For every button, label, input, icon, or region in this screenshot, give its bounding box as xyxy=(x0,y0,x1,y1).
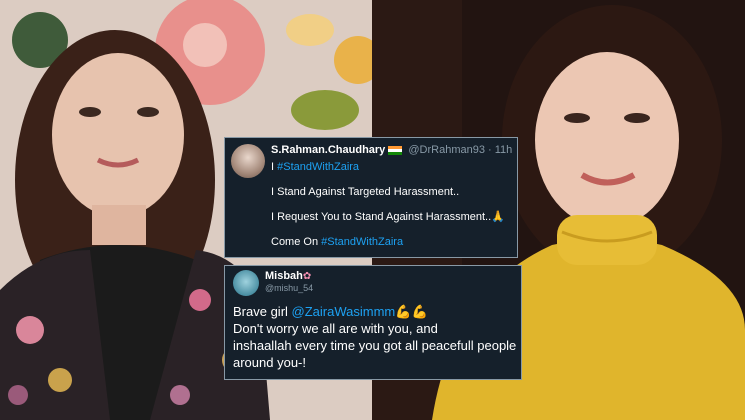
tweet-text: I xyxy=(271,161,275,173)
india-flag-icon xyxy=(388,145,403,155)
author-name: S.Rahman.Chaudhary xyxy=(271,144,386,156)
tweet-card-misbah[interactable]: Misbah✿ @mishu_54 Brave girl @ZairaWasim… xyxy=(224,265,522,380)
tweet-body: Brave girl @ZairaWasimmm💪💪 Don't worry w… xyxy=(233,303,516,371)
tweet-header: S.Rahman.Chaudhary @DrRahman93 · 11h xyxy=(271,144,512,156)
blossom-icon: ✿ xyxy=(302,271,312,282)
tweet-header: Misbah✿ xyxy=(265,270,311,282)
tweet-time: · 11h xyxy=(488,144,513,156)
tweet-text: inshaallah every time you got all peacef… xyxy=(233,338,517,353)
author-name: Misbah xyxy=(265,270,303,282)
tweet-text: I Stand Against Targeted Harassment.. xyxy=(271,186,460,198)
flexed-biceps-icon: 💪💪 xyxy=(395,304,428,319)
tweet-text: Brave girl xyxy=(233,304,288,319)
folded-hands-icon: 🙏 xyxy=(491,211,505,223)
tweet-text: Don't worry we all are with you, and xyxy=(233,321,438,336)
tweet-text: I Request You to Stand Against Harassmen… xyxy=(271,211,492,223)
tweet-card-rahman[interactable]: S.Rahman.Chaudhary @DrRahman93 · 11h I #… xyxy=(224,137,518,258)
author-handle: @DrRahman93 xyxy=(408,144,485,156)
tweet-body: I #StandWithZaira I Stand Against Target… xyxy=(271,160,505,260)
mention-link[interactable]: @ZairaWasimmm xyxy=(292,304,396,319)
avatar xyxy=(231,144,265,178)
avatar xyxy=(233,270,259,296)
tweet-text: Come On xyxy=(271,236,319,248)
hashtag-link[interactable]: #StandWithZaira xyxy=(321,236,403,248)
tweet-text: around you-! xyxy=(233,355,306,370)
hashtag-link[interactable]: #StandWithZaira xyxy=(277,161,359,173)
author-handle: @mishu_54 xyxy=(265,283,314,293)
